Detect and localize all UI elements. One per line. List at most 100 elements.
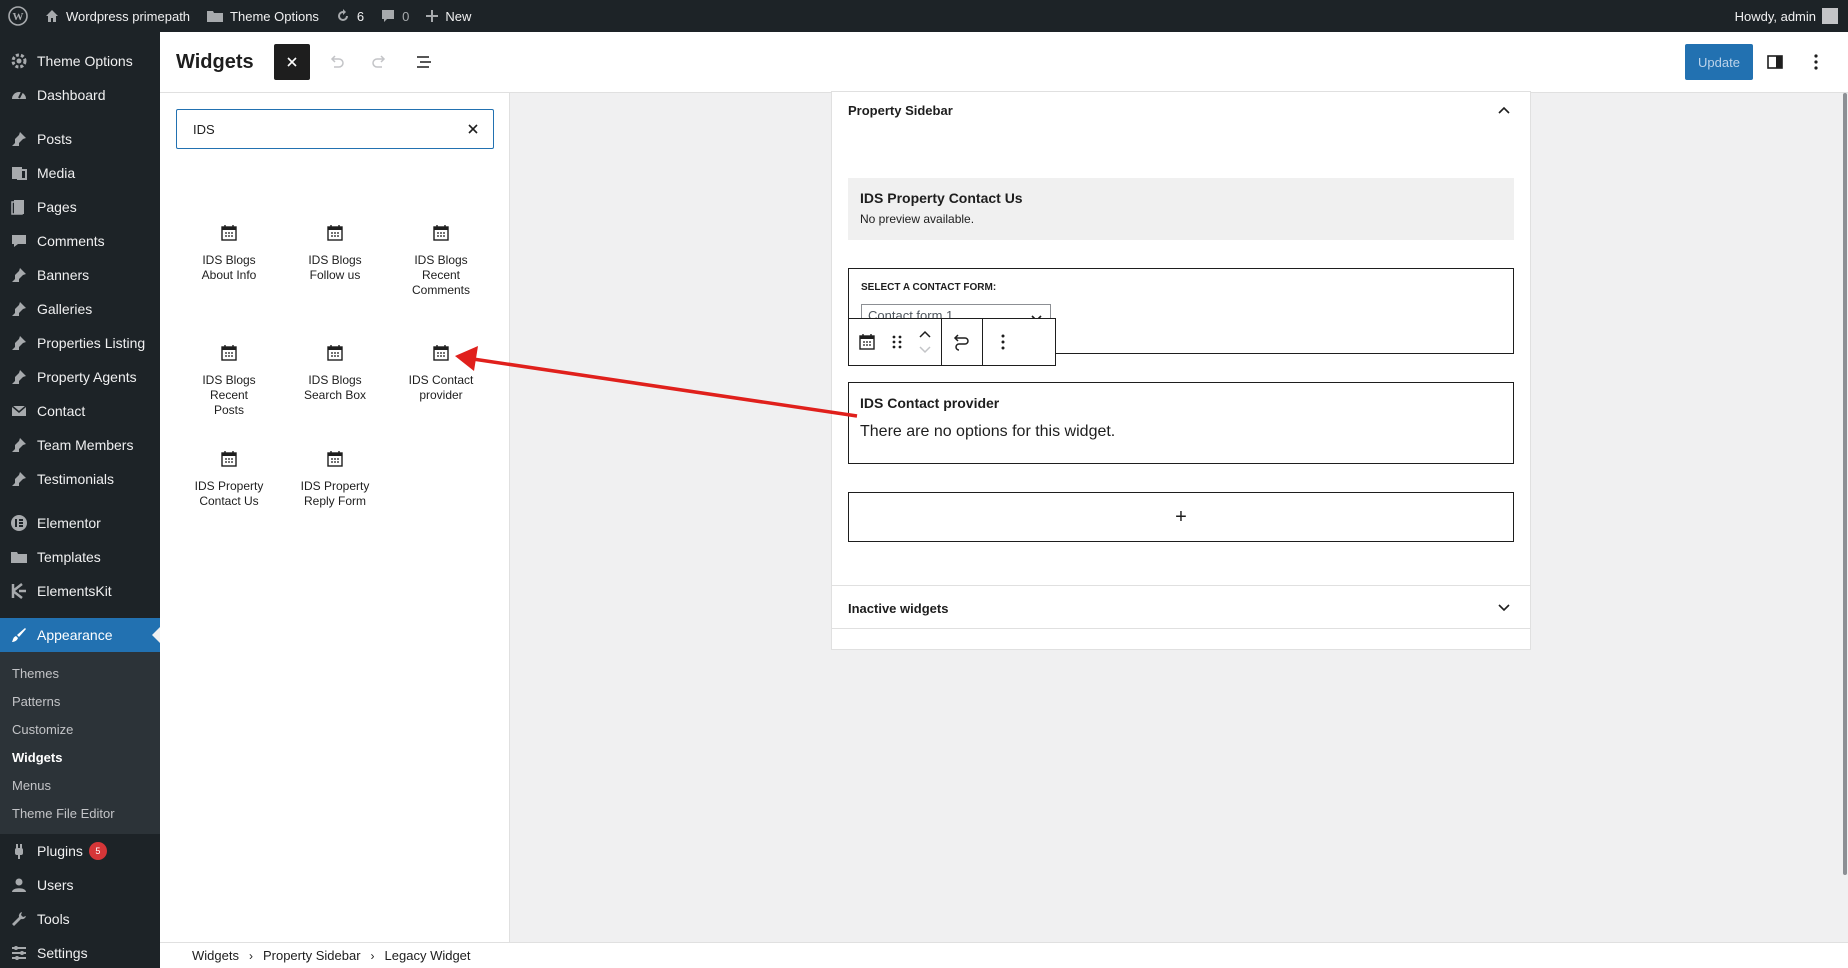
menu-label: Tools bbox=[37, 911, 70, 927]
menu-item-elementskit[interactable]: ElementsKit bbox=[0, 574, 160, 608]
widgets-canvas: Property Sidebar IDS Property Contact Us… bbox=[511, 91, 1848, 942]
menu-item-tools[interactable]: Tools bbox=[0, 902, 160, 936]
settings-sidebar-button[interactable] bbox=[1757, 44, 1793, 80]
submenu-item-themes[interactable]: Themes bbox=[0, 659, 160, 687]
menu-item-users[interactable]: Users bbox=[0, 868, 160, 902]
menu-label: Galleries bbox=[37, 301, 93, 317]
submenu-item-customize[interactable]: Customize bbox=[0, 715, 160, 743]
block-item-ids-blogs-follow-us[interactable]: IDS Blogs Follow us bbox=[285, 221, 385, 283]
widget-area-property-sidebar: Property Sidebar IDS Property Contact Us… bbox=[831, 91, 1531, 650]
pin-icon bbox=[9, 299, 29, 319]
chevron-down-icon[interactable] bbox=[1496, 600, 1512, 616]
block-item-label: IDS Property Contact Us bbox=[194, 479, 264, 508]
menu-label: Comments bbox=[37, 233, 105, 249]
block-options-button[interactable] bbox=[987, 319, 1019, 365]
undo-button[interactable] bbox=[318, 44, 354, 80]
breadcrumb: Widgets › Property Sidebar › Legacy Widg… bbox=[160, 942, 1848, 968]
chevron-up-icon[interactable] bbox=[1496, 102, 1512, 118]
options-button[interactable] bbox=[1798, 44, 1834, 80]
widget-area-inactive-widgets[interactable]: Inactive widgets bbox=[831, 585, 1531, 629]
add-block-button[interactable]: + bbox=[848, 492, 1514, 542]
breadcrumb-item-widgets[interactable]: Widgets bbox=[186, 948, 245, 963]
wordpress-logo-button[interactable]: W bbox=[0, 0, 36, 32]
menu-item-appearance[interactable]: Appearance bbox=[0, 618, 160, 652]
drag-handle[interactable] bbox=[883, 319, 911, 365]
menu-label: Properties Listing bbox=[37, 335, 146, 351]
block-item-ids-blogs-search-box[interactable]: IDS Blogs Search Box bbox=[285, 341, 385, 403]
menu-label: Plugins bbox=[37, 843, 83, 859]
wordpress-icon: W bbox=[8, 6, 28, 26]
breadcrumb-item-legacy-widget[interactable]: Legacy Widget bbox=[379, 948, 477, 963]
block-item-ids-contact-provider[interactable]: IDS Contact provider bbox=[391, 341, 491, 403]
comments-link[interactable]: 0 bbox=[372, 0, 417, 32]
menu-item-templates[interactable]: Templates bbox=[0, 540, 160, 574]
block-item-label: IDS Contact provider bbox=[408, 373, 474, 402]
redo-icon bbox=[371, 55, 385, 68]
block-toolbar bbox=[848, 318, 1056, 366]
menu-item-properties-listing[interactable]: Properties Listing bbox=[0, 326, 160, 360]
menu-item-theme-options[interactable]: Theme Options bbox=[0, 44, 160, 78]
block-search-input[interactable]: IDS bbox=[176, 109, 494, 149]
block-item-ids-blogs-recent-posts[interactable]: IDS Blogs Recent Posts bbox=[179, 341, 279, 418]
canvas-scrollbar[interactable] bbox=[1842, 93, 1848, 942]
menu-label: Templates bbox=[37, 549, 101, 565]
comment-icon bbox=[380, 8, 396, 24]
block-item-ids-blogs-recent-comments[interactable]: IDS Blogs Recent Comments bbox=[391, 221, 491, 298]
drag-handle-icon bbox=[892, 335, 902, 349]
menu-item-elementor[interactable]: Elementor bbox=[0, 506, 160, 540]
submenu-item-theme-file-editor[interactable]: Theme File Editor bbox=[0, 799, 160, 827]
legacy-widget-ids-contact-provider[interactable]: IDS Contact provider There are no option… bbox=[848, 382, 1514, 464]
widget-preview-ids-property-contact-us[interactable]: IDS Property Contact Us No preview avail… bbox=[848, 178, 1514, 240]
menu-item-media[interactable]: Media bbox=[0, 156, 160, 190]
menu-item-property-agents[interactable]: Property Agents bbox=[0, 360, 160, 394]
block-item-ids-blogs-about-info[interactable]: IDS Blogs About Info bbox=[179, 221, 279, 283]
update-button[interactable]: Update bbox=[1685, 44, 1753, 80]
calendar-widget-icon bbox=[217, 221, 241, 245]
block-item-ids-property-reply-form[interactable]: IDS Property Reply Form bbox=[285, 447, 385, 509]
menu-item-team-members[interactable]: Team Members bbox=[0, 428, 160, 462]
menu-item-posts[interactable]: Posts bbox=[0, 122, 160, 156]
undo-icon bbox=[330, 55, 344, 68]
block-item-label: IDS Blogs About Info bbox=[201, 253, 257, 282]
calendar-widget-icon bbox=[217, 447, 241, 471]
pin-icon bbox=[9, 367, 29, 387]
page-title: Widgets bbox=[176, 50, 254, 73]
new-label: New bbox=[445, 8, 472, 24]
menu-item-testimonials[interactable]: Testimonials bbox=[0, 462, 160, 496]
block-item-ids-property-contact-us[interactable]: IDS Property Contact Us bbox=[179, 447, 279, 509]
list-view-button[interactable] bbox=[406, 44, 442, 80]
submenu-item-menus[interactable]: Menus bbox=[0, 771, 160, 799]
submenu-item-widgets[interactable]: Widgets bbox=[0, 743, 160, 771]
block-type-button[interactable] bbox=[851, 319, 883, 365]
move-up-down-buttons[interactable] bbox=[911, 319, 939, 365]
convert-to-blocks-button[interactable] bbox=[946, 319, 978, 365]
menu-label: Team Members bbox=[37, 437, 134, 453]
breadcrumb-item-property-sidebar[interactable]: Property Sidebar bbox=[257, 948, 367, 963]
wrench-icon bbox=[9, 909, 29, 929]
site-name-link[interactable]: Wordpress primepath bbox=[36, 0, 198, 32]
widget-area-title[interactable]: Property Sidebar bbox=[848, 103, 953, 118]
clear-search-button[interactable] bbox=[463, 119, 483, 139]
menu-item-pages[interactable]: Pages bbox=[0, 190, 160, 224]
calendar-widget-icon bbox=[859, 334, 875, 350]
scrollbar-thumb[interactable] bbox=[1843, 93, 1847, 875]
close-inserter-button[interactable] bbox=[273, 44, 310, 80]
menu-item-dashboard[interactable]: Dashboard bbox=[0, 78, 160, 112]
close-icon bbox=[287, 57, 297, 67]
updates-count: 6 bbox=[356, 8, 365, 24]
updates-link[interactable]: 6 bbox=[327, 0, 372, 32]
menu-item-plugins[interactable]: Plugins 5 bbox=[0, 834, 160, 868]
submenu-item-patterns[interactable]: Patterns bbox=[0, 687, 160, 715]
menu-item-banners[interactable]: Banners bbox=[0, 258, 160, 292]
menu-item-settings[interactable]: Settings bbox=[0, 936, 160, 968]
theme-options-link[interactable]: Theme Options bbox=[198, 0, 327, 32]
menu-label: Dashboard bbox=[37, 87, 106, 103]
menu-item-contact[interactable]: Contact bbox=[0, 394, 160, 428]
new-content-link[interactable]: New bbox=[417, 0, 479, 32]
admin-menu: Theme Options Dashboard Posts Media Page… bbox=[0, 32, 160, 968]
menu-item-comments[interactable]: Comments bbox=[0, 224, 160, 258]
folder-icon bbox=[9, 547, 29, 567]
my-account-link[interactable]: Howdy, admin bbox=[1735, 8, 1848, 24]
menu-item-galleries[interactable]: Galleries bbox=[0, 292, 160, 326]
redo-button[interactable] bbox=[362, 44, 398, 80]
